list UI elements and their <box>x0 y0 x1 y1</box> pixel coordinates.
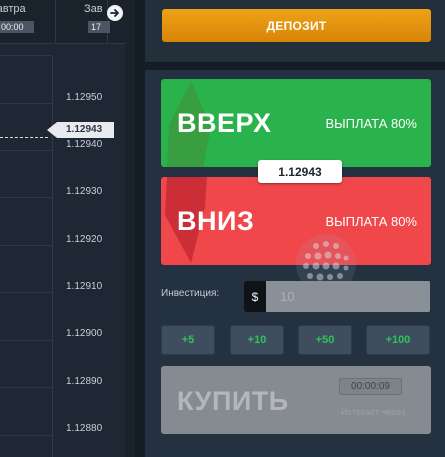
up-button[interactable]: ВВЕРХ ВЫПЛАТА 80% <box>161 79 431 167</box>
down-label: ВНИЗ <box>177 206 255 236</box>
grid-line <box>0 150 52 151</box>
up-payout: ВЫПЛАТА 80% <box>325 116 417 131</box>
add-10-button[interactable]: +10 <box>230 325 284 355</box>
y-tick-label: 1.12930 <box>66 186 103 197</box>
expiry-tab-label: Зав <box>84 3 103 15</box>
expiry-tab-tomorrow[interactable]: Завтра 00:00 <box>0 0 56 44</box>
current-price-pill: 1.12943 <box>258 160 342 183</box>
y-tick-label: 1.12910 <box>66 281 103 292</box>
current-price-value: 1.12943 <box>66 124 103 135</box>
expiry-tab-time: 17 <box>88 21 110 33</box>
panel-divider <box>135 0 145 457</box>
y-tick-label: 1.12940 <box>66 139 103 150</box>
add-50-button[interactable]: +50 <box>298 325 352 355</box>
current-price-line <box>0 137 48 138</box>
y-tick-label: 1.12900 <box>66 328 103 339</box>
grid-line <box>0 55 52 56</box>
y-tick-label: 1.12920 <box>66 234 103 245</box>
grid-line <box>0 245 52 246</box>
down-payout: ВЫПЛАТА 80% <box>325 214 417 229</box>
deposit-button[interactable]: ДЕПОЗИТ <box>162 9 431 42</box>
y-tick-label: 1.12890 <box>66 376 103 387</box>
expiry-tab-next[interactable]: Зав 17 <box>56 0 110 44</box>
grid-line <box>0 340 52 341</box>
y-tick-label: 1.12950 <box>66 92 103 103</box>
expiry-timer: 00:00:09 <box>339 378 402 395</box>
investment-field[interactable]: $ <box>244 281 430 312</box>
current-price-marker: 1.12943 <box>47 122 114 138</box>
expiry-tab-time: 00:00 <box>0 21 34 33</box>
add-100-button[interactable]: +100 <box>366 325 430 355</box>
buy-button[interactable]: КУПИТЬ 00:00:09 Истекает через <box>161 366 431 434</box>
expiry-tabs: Завтра 00:00 Зав 17 <box>0 0 135 44</box>
buy-label: КУПИТЬ <box>177 386 289 416</box>
price-chart[interactable]: Завтра 00:00 Зав 17 1.12950 1.12940 <box>0 0 135 457</box>
chart-scrollbar[interactable] <box>125 0 135 457</box>
investment-input[interactable] <box>266 281 430 312</box>
arrow-right-icon[interactable] <box>107 5 123 21</box>
chart-plot-area: 1.12950 1.12940 1.12930 1.12920 1.12910 … <box>0 45 135 457</box>
grid-line <box>0 387 52 388</box>
y-tick-label: 1.12880 <box>66 423 103 434</box>
expiry-tab-label: Завтра <box>0 3 26 15</box>
expires-label: Истекает через <box>341 407 406 417</box>
grid-line <box>0 103 52 104</box>
trading-screen: Завтра 00:00 Зав 17 1.12950 1.12940 <box>0 0 445 457</box>
grid-line <box>0 292 52 293</box>
dollar-icon: $ <box>244 281 266 312</box>
panel-gap <box>145 62 445 70</box>
grid-line <box>0 197 52 198</box>
grid-line <box>0 435 52 436</box>
chart-axis-line <box>52 55 53 457</box>
add-5-button[interactable]: +5 <box>161 325 215 355</box>
investment-label: Инвестиция: <box>161 288 220 299</box>
up-label: ВВЕРХ <box>177 108 272 138</box>
